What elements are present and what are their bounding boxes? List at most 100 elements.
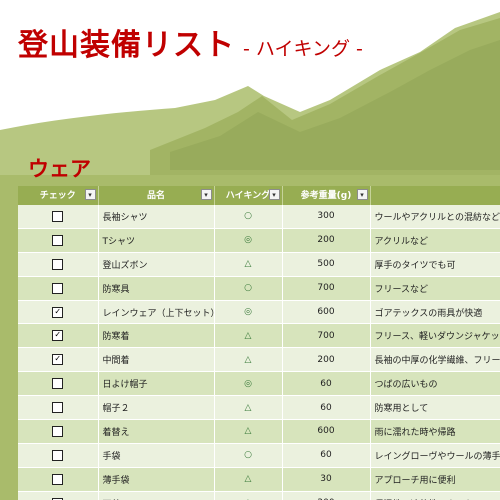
row-checkbox[interactable] <box>52 378 64 390</box>
hiking-rating-cell[interactable]: ○ <box>214 205 283 229</box>
hiking-rating-cell[interactable]: △ <box>214 395 283 421</box>
check-cell <box>18 252 99 277</box>
item-cell[interactable]: 日よけ帽子 <box>98 371 215 397</box>
note-cell[interactable]: ウールやアクリルとの混紡など <box>370 205 500 229</box>
hiking-rating-cell[interactable]: ○ <box>214 276 283 301</box>
row-checkbox[interactable] <box>52 258 64 270</box>
row-checkbox[interactable] <box>52 210 64 222</box>
equipment-sheet: チェック ▾ 品名 ▾ ハイキング ▾ 参考重量(g) ▾ 長袖シャツ ○ 30… <box>18 186 500 500</box>
filter-dropdown-icon[interactable]: ▾ <box>84 189 96 200</box>
hiking-rating-cell[interactable]: △ <box>214 467 283 492</box>
check-cell <box>18 467 99 492</box>
weight-cell[interactable]: 300 <box>282 205 371 229</box>
weight-cell[interactable]: 600 <box>282 300 371 325</box>
table-row: 日よけ帽子 ◎ 60 つばの広いもの <box>18 371 500 397</box>
note-cell[interactable]: フリース、軽いダウンジャケット <box>370 323 500 349</box>
item-cell[interactable]: 長袖シャツ <box>98 205 215 229</box>
check-cell <box>18 419 99 444</box>
item-cell[interactable]: 防寒着 <box>98 323 215 349</box>
table-row: 手袋 ○ 60 レイングローヴやウールの薄手 <box>18 443 500 468</box>
note-cell[interactable]: アプローチ用に便利 <box>370 467 500 492</box>
table-row: ✓ レインウェア（上下セット） ◎ 600 ゴアテックスの雨具が快適 <box>18 300 500 325</box>
table-row: 薄手袋 △ 30 アプローチ用に便利 <box>18 467 500 492</box>
check-cell <box>18 491 99 500</box>
table-row: ✓ 防寒着 △ 700 フリース、軽いダウンジャケット <box>18 323 500 349</box>
item-cell[interactable]: 薄手袋 <box>98 467 215 492</box>
item-cell[interactable]: 帽子２ <box>98 395 215 421</box>
note-cell[interactable]: 防寒用として <box>370 395 500 421</box>
table-row: 下着△200保湿性、速乾性のよいもの <box>18 491 500 500</box>
weight-cell[interactable]: 500 <box>282 252 371 277</box>
page-subtitle: - ハイキング - <box>243 38 363 60</box>
hiking-rating-cell[interactable]: △ <box>214 491 283 500</box>
hiking-rating-cell[interactable]: △ <box>214 347 283 373</box>
weight-cell[interactable]: 30 <box>282 467 371 492</box>
column-header-weight: 参考重量(g) ▾ <box>282 186 371 205</box>
check-cell <box>18 371 99 397</box>
hiking-rating-cell[interactable]: ◎ <box>214 300 283 325</box>
filter-dropdown-icon[interactable]: ▾ <box>200 189 212 200</box>
row-checkbox[interactable]: ✓ <box>52 330 64 342</box>
note-cell[interactable]: レイングローヴやウールの薄手 <box>370 443 500 468</box>
page-title: 登山装備リスト <box>18 28 235 63</box>
weight-cell[interactable]: 60 <box>282 443 371 468</box>
weight-cell[interactable]: 60 <box>282 371 371 397</box>
check-cell: ✓ <box>18 323 99 349</box>
note-cell[interactable]: 長袖の中厚の化学繊維、フリー <box>370 347 500 373</box>
item-cell[interactable]: Tシャツ <box>98 228 215 253</box>
row-checkbox[interactable] <box>52 473 64 485</box>
column-header-note <box>370 186 500 205</box>
weight-cell[interactable]: 700 <box>282 323 371 349</box>
item-cell[interactable]: 手袋 <box>98 443 215 468</box>
note-cell[interactable]: 厚手のタイツでも可 <box>370 252 500 277</box>
note-cell[interactable]: フリースなど <box>370 276 500 301</box>
note-cell[interactable]: ゴアテックスの雨具が快適 <box>370 300 500 325</box>
table-header-row: チェック ▾ 品名 ▾ ハイキング ▾ 参考重量(g) ▾ <box>18 186 500 205</box>
item-cell[interactable]: 防寒具 <box>98 276 215 301</box>
row-checkbox[interactable] <box>52 449 64 461</box>
item-cell[interactable]: 中間着 <box>98 347 215 373</box>
table-row: ✓ 中間着 △ 200 長袖の中厚の化学繊維、フリー <box>18 347 500 373</box>
filter-dropdown-icon[interactable]: ▾ <box>268 189 280 200</box>
note-cell[interactable]: 保湿性、速乾性のよいもの <box>370 491 500 500</box>
item-cell[interactable]: レインウェア（上下セット） <box>98 300 215 325</box>
hiking-rating-cell[interactable]: △ <box>214 419 283 444</box>
table-row: Tシャツ ◎ 200 アクリルなど <box>18 228 500 253</box>
note-cell[interactable]: つばの広いもの <box>370 371 500 397</box>
hiking-rating-cell[interactable]: △ <box>214 252 283 277</box>
check-cell <box>18 205 99 229</box>
item-cell[interactable]: 下着 <box>98 491 215 500</box>
row-checkbox[interactable] <box>52 402 64 414</box>
weight-cell[interactable]: 60 <box>282 395 371 421</box>
weight-cell[interactable]: 700 <box>282 276 371 301</box>
weight-cell[interactable]: 600 <box>282 419 371 444</box>
weight-cell[interactable]: 200 <box>282 228 371 253</box>
row-checkbox[interactable]: ✓ <box>52 306 64 318</box>
note-cell[interactable]: 雨に濡れた時や帰路 <box>370 419 500 444</box>
item-cell[interactable]: 着替え <box>98 419 215 444</box>
row-checkbox[interactable] <box>52 234 64 246</box>
hiking-rating-cell[interactable]: ◎ <box>214 371 283 397</box>
row-checkbox[interactable] <box>52 425 64 437</box>
check-cell <box>18 443 99 468</box>
item-cell[interactable]: 登山ズボン <box>98 252 215 277</box>
filter-dropdown-icon[interactable]: ▾ <box>356 189 368 200</box>
check-cell <box>18 276 99 301</box>
note-cell[interactable]: アクリルなど <box>370 228 500 253</box>
table-row: 登山ズボン △ 500 厚手のタイツでも可 <box>18 252 500 277</box>
row-checkbox[interactable]: ✓ <box>52 354 64 366</box>
hiking-rating-cell[interactable]: ◎ <box>214 228 283 253</box>
table-row: 着替え △ 600 雨に濡れた時や帰路 <box>18 419 500 444</box>
table-row: 防寒具 ○ 700 フリースなど <box>18 276 500 301</box>
weight-cell[interactable]: 200 <box>282 347 371 373</box>
table-row: 帽子２ △ 60 防寒用として <box>18 395 500 421</box>
equipment-table: チェック ▾ 品名 ▾ ハイキング ▾ 参考重量(g) ▾ 長袖シャツ ○ 30… <box>18 186 500 500</box>
hiking-rating-cell[interactable]: △ <box>214 323 283 349</box>
weight-cell[interactable]: 200 <box>282 491 371 500</box>
hiking-rating-cell[interactable]: ○ <box>214 443 283 468</box>
section-title: ウェア <box>28 157 91 181</box>
column-header-item: 品名 ▾ <box>98 186 215 205</box>
check-cell: ✓ <box>18 347 99 373</box>
row-checkbox[interactable] <box>52 282 64 294</box>
table-row: 長袖シャツ ○ 300 ウールやアクリルとの混紡など <box>18 205 500 229</box>
